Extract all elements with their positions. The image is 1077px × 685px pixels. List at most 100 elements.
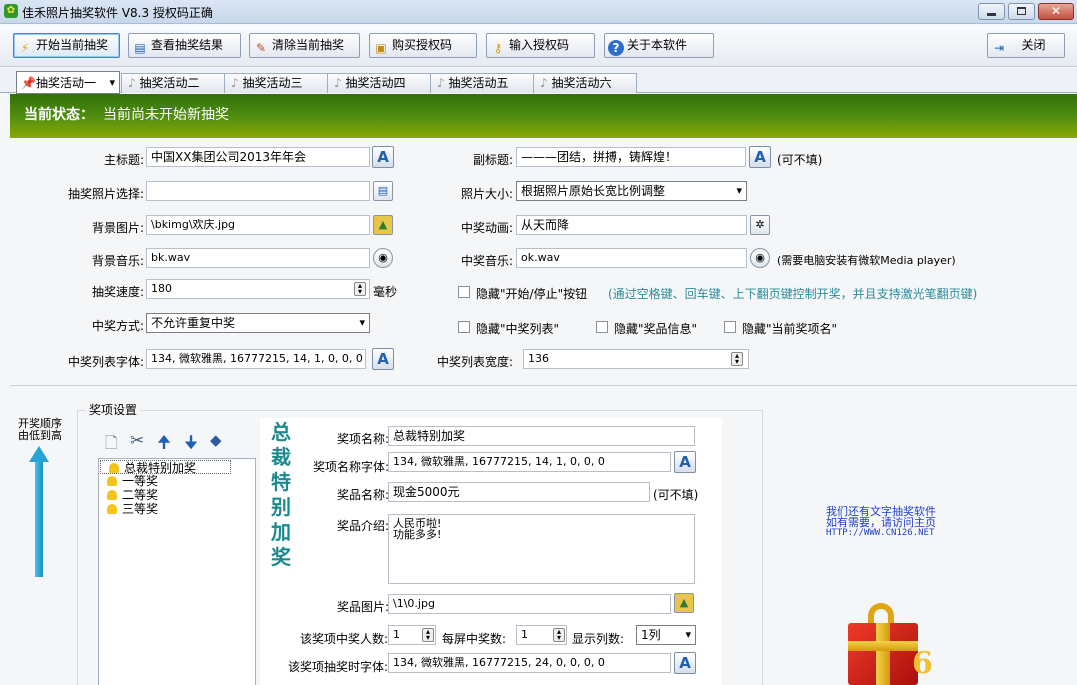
move-up-icon[interactable]: 🠉 [157, 430, 171, 459]
tab-activity-5[interactable]: ♪ 抽奖活动五 [430, 73, 534, 93]
bg-image-input[interactable]: \bkimg\欢庆.jpg [146, 215, 370, 235]
list-item[interactable]: 二等奖 [99, 488, 255, 502]
subtitle-input[interactable]: ———团结，拼搏，铸辉煌！ [516, 147, 746, 167]
bell-icon [107, 504, 117, 514]
list-icon[interactable]: ▤ [373, 181, 393, 201]
up-arrow-icon [29, 446, 49, 462]
list-width-spinner[interactable]: ▴ ▾ [731, 352, 743, 366]
image-icon[interactable]: ▲ [373, 215, 393, 235]
bell-icon [109, 463, 119, 473]
tab-activity-4[interactable]: ♪ 抽奖活动四 [327, 73, 431, 93]
list-item[interactable]: 一等奖 [99, 474, 255, 488]
enter-license-button[interactable]: ⚷ 输入授权码 [486, 33, 595, 58]
list-item[interactable]: 总裁特别加奖 [100, 460, 231, 475]
intro-textarea[interactable]: 人民币啦! 功能多多! [388, 514, 695, 584]
help-icon: ? [608, 40, 624, 56]
tab-activity-2[interactable]: ♪ 抽奖活动二 [121, 73, 225, 93]
prize-list[interactable]: 总裁特别加奖 一等奖 二等奖 三等奖 [98, 458, 256, 685]
list-font-label: 中奖列表字体: [67, 355, 144, 369]
image-input[interactable]: \1\0.jpg [388, 594, 671, 614]
hide-prize-info-label: 隐藏"奖品信息" [614, 322, 698, 336]
status-value: 当前尚未开始新抽奖 [103, 107, 229, 123]
prize-name-input[interactable]: 总裁特别加奖 [388, 426, 695, 446]
font-a-icon[interactable]: A [372, 146, 394, 168]
tab-activity-6[interactable]: ♪ 抽奖活动六 [533, 73, 637, 93]
list-item[interactable]: 三等奖 [99, 502, 255, 516]
win-mode-select[interactable]: 不允许重复中奖 [146, 313, 370, 333]
close-button[interactable]: ⇥ 关闭 [987, 33, 1065, 58]
minimize-button[interactable] [978, 3, 1005, 20]
buy-license-button[interactable]: ▣ 购买授权码 [369, 33, 477, 58]
bell-icon: ♪ [231, 76, 243, 90]
tab-activity-1[interactable]: 📌抽奖活动一 [16, 71, 120, 94]
list-font-input[interactable]: 134, 微软雅黑, 16777215, 14, 1, 0, 0, 0 [146, 349, 366, 369]
hide-prize-info-checkbox[interactable] [596, 321, 608, 333]
font-a-icon[interactable]: A [749, 146, 771, 168]
new-icon[interactable]: 🗋 [105, 432, 118, 459]
animation-label: 中奖动画: [460, 221, 513, 235]
hide-current-checkbox[interactable] [724, 321, 736, 333]
subtitle-label: 副标题: [472, 153, 513, 167]
bell-icon [107, 476, 117, 486]
hide-list-checkbox[interactable] [458, 321, 470, 333]
window-title: 佳禾照片抽奖软件 V8.3 授权码正确 [22, 6, 213, 20]
media-player-note: (需要电脑安装有微软Media player) [777, 254, 956, 267]
per-screen-spinner[interactable]: ▴ ▾ [553, 628, 565, 642]
goods-label: 奖品名称: [336, 488, 389, 502]
brush-icon: ✎ [255, 41, 267, 55]
hide-current-label: 隐藏"当前奖项名" [742, 322, 838, 336]
cut-icon[interactable]: ✂ [130, 431, 144, 451]
bell-icon: ♪ [334, 76, 346, 90]
key-icon: ⚷ [493, 41, 503, 55]
bg-music-label: 背景音乐: [91, 254, 144, 268]
image-icon[interactable]: ▲ [674, 593, 694, 613]
font-a-icon[interactable]: A [372, 348, 394, 370]
speed-input[interactable]: 180 [146, 279, 370, 299]
pin-icon: 📌 [21, 76, 36, 90]
status-banner: 当前状态： 当前尚未开始新抽奖 [10, 94, 1077, 138]
toolbar: ⚡ 开始当前抽奖 ▤ 查看抽奖结果 ✎ 清除当前抽奖 ▣ 购买授权码 ⚷ 输入授权码 ? 关… [0, 25, 1077, 67]
move-down-icon[interactable]: 🠋 [184, 430, 198, 459]
start-draw-button[interactable]: ⚡ 开始当前抽奖 [13, 33, 120, 58]
gift-box-icon: 6 [838, 601, 934, 685]
draw-font-label: 该奖项抽奖时字体: [287, 660, 388, 674]
font-a-icon[interactable]: A [674, 652, 696, 674]
title-bar: ✿ 佳禾照片抽奖软件 V8.3 授权码正确 ✕ [0, 0, 1077, 24]
prize-name-font-input[interactable]: 134, 微软雅黑, 16777215, 14, 1, 0, 0, 0 [388, 452, 671, 472]
speed-spinner[interactable]: ▴ ▾ [354, 282, 366, 296]
columns-select[interactable]: 1列 [636, 625, 696, 645]
maximize-button[interactable] [1008, 3, 1035, 20]
settings-form: 主标题: 中国XX集团公司2013年年会 A 副标题: ———团结，拼搏，铸辉煌… [10, 138, 1077, 390]
photo-select-input[interactable] [146, 181, 370, 201]
bg-image-label: 背景图片: [91, 221, 144, 235]
close-window-button[interactable]: ✕ [1038, 3, 1074, 20]
hide-startstop-checkbox[interactable] [458, 286, 470, 298]
prize-name-label: 奖项名称: [336, 432, 389, 446]
list-width-input[interactable]: 136 [523, 349, 749, 369]
photo-size-select[interactable]: 根据照片原始长宽比例调整 [516, 181, 747, 201]
main-title-input[interactable]: 中国XX集团公司2013年年会 [146, 147, 370, 167]
draw-font-input[interactable]: 134, 微软雅黑, 16777215, 24, 0, 0, 0, 0 [388, 653, 671, 673]
win-music-label: 中奖音乐: [460, 254, 513, 268]
list-width-label: 中奖列表宽度: [436, 355, 513, 369]
bell-icon: ♪ [128, 76, 140, 90]
clear-draw-button[interactable]: ✎ 清除当前抽奖 [249, 33, 360, 58]
speed-label: 抽奖速度: [91, 285, 144, 299]
music-icon[interactable]: ◉ [750, 248, 770, 268]
speed-unit: 毫秒 [373, 285, 398, 299]
about-button[interactable]: ? 关于本软件 [604, 33, 714, 58]
animation-icon[interactable]: ✲ [750, 215, 770, 235]
win-music-input[interactable]: ok.wav [516, 248, 747, 268]
lightning-icon: ⚡ [20, 41, 30, 55]
main-title-label: 主标题: [103, 153, 144, 167]
goods-input[interactable]: 现金5000元 [388, 482, 650, 502]
font-a-icon[interactable]: A [674, 451, 696, 473]
tab-activity-3[interactable]: ♪ 抽奖活动三 [224, 73, 328, 93]
music-icon[interactable]: ◉ [373, 248, 393, 268]
animation-input[interactable]: 从天而降 [516, 215, 747, 235]
book-icon[interactable]: ◆ [210, 431, 222, 449]
winner-count-spinner[interactable]: ▴ ▾ [422, 628, 434, 642]
bg-music-input[interactable]: bk.wav [146, 248, 370, 268]
winner-count-label: 该奖项中奖人数: [299, 632, 388, 646]
view-results-button[interactable]: ▤ 查看抽奖结果 [128, 33, 241, 58]
